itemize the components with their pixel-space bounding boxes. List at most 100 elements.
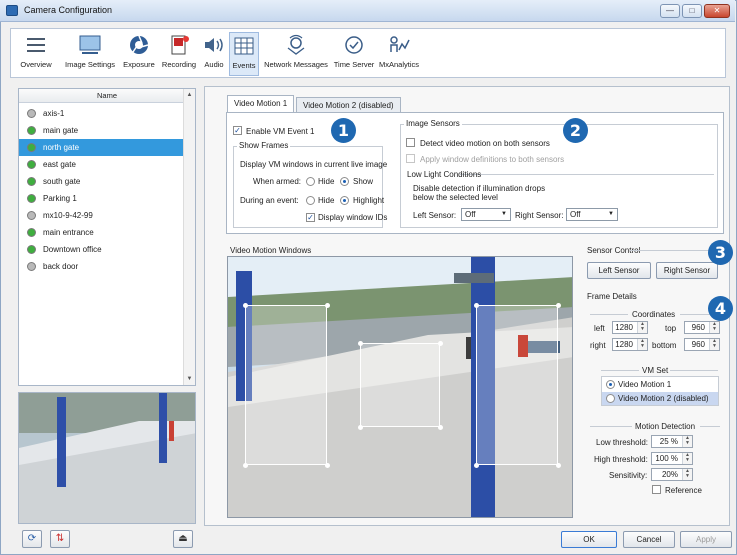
right-sensor-button[interactable]: Right Sensor [656, 262, 718, 279]
minimize-button[interactable]: — [660, 4, 680, 18]
detect-both-sensors-checkbox[interactable] [406, 138, 415, 147]
camera-list-item[interactable]: back door [19, 258, 184, 275]
vm-handle[interactable] [474, 463, 479, 468]
spinner-icon[interactable]: ▲ ▼ [709, 322, 719, 333]
spinner-icon[interactable]: ▲ ▼ [682, 436, 692, 447]
camera-status-icon [27, 211, 36, 220]
spinner-icon[interactable]: ▲ ▼ [709, 339, 719, 350]
right-sensor-select[interactable]: Off ▼ [566, 208, 618, 221]
vm-handle[interactable] [438, 425, 443, 430]
tool-audio[interactable]: Audio [201, 32, 227, 76]
when-armed-show-radio[interactable] [340, 177, 349, 186]
enable-vm-event-checkbox[interactable]: ✓ [233, 126, 242, 135]
list-header[interactable]: Name [19, 89, 195, 103]
divider [700, 426, 720, 427]
apply-both-sensors-checkbox[interactable] [406, 154, 415, 163]
low-threshold-input[interactable]: 25 % ▲ ▼ [651, 435, 693, 448]
tool-events[interactable]: Events [229, 32, 259, 76]
high-threshold-input[interactable]: 100 % ▲ ▼ [651, 452, 693, 465]
vm-handle[interactable] [243, 463, 248, 468]
tool-label: Overview [20, 60, 52, 69]
list-header-name: Name [96, 91, 117, 100]
camera-list-item[interactable]: axis-1 [19, 105, 184, 122]
apply-button[interactable]: Apply [680, 531, 732, 548]
video-motion-image[interactable] [227, 256, 573, 518]
eject-button[interactable]: ⏏ [173, 530, 193, 548]
tool-network-messages[interactable]: Network Messages [261, 32, 331, 76]
camera-list-item[interactable]: mx10-9-42-99 [19, 207, 184, 224]
scroll-up-icon[interactable]: ▲ [184, 89, 195, 101]
top-coord-value: 960 [691, 323, 705, 332]
vm-window-2[interactable] [360, 343, 440, 427]
left-sensor-button[interactable]: Left Sensor [587, 262, 651, 279]
vm-set-option-1[interactable]: Video Motion 1 [602, 378, 718, 391]
vm-handle[interactable] [358, 425, 363, 430]
vm-set-option-2[interactable]: Video Motion 2 (disabled) [602, 392, 718, 405]
vm-handle[interactable] [556, 303, 561, 308]
camera-list-item[interactable]: main gate [19, 122, 184, 139]
vm-handle[interactable] [325, 463, 330, 468]
spinner-icon[interactable]: ▲ ▼ [637, 322, 647, 333]
sensitivity-input[interactable]: 20% ▲ ▼ [651, 468, 693, 481]
camera-name: back door [43, 262, 79, 271]
spinner-icon[interactable]: ▲ ▼ [637, 339, 647, 350]
tab-video-motion-1[interactable]: Video Motion 1 [227, 95, 295, 113]
camera-name: south gate [43, 177, 81, 186]
tab-video-motion-2[interactable]: Video Motion 2 (disabled) [296, 97, 401, 113]
tool-image-settings[interactable]: Image Settings [61, 32, 119, 76]
top-coord-input[interactable]: 960 ▲ ▼ [684, 321, 720, 334]
close-button[interactable]: ✕ [704, 4, 730, 18]
camera-status-icon [27, 126, 36, 135]
vm-handle[interactable] [243, 303, 248, 308]
maximize-button[interactable]: □ [682, 4, 702, 18]
tool-exposure[interactable]: Exposure [121, 32, 157, 76]
sync-button[interactable]: ⇅ [50, 530, 70, 548]
camera-list-scrollbar[interactable]: ▲ ▼ [183, 89, 195, 385]
tool-overview[interactable]: Overview [13, 32, 59, 76]
vm-window-3[interactable] [476, 305, 558, 465]
reference-checkbox[interactable] [652, 485, 661, 494]
show-label: Show [353, 177, 374, 186]
scroll-down-icon[interactable]: ▼ [184, 373, 195, 385]
tool-label: Time Server [333, 60, 375, 69]
low-threshold-label: Low threshold: [596, 438, 649, 447]
camera-list-item[interactable]: north gate [19, 139, 184, 156]
vm-handle[interactable] [556, 463, 561, 468]
left-coord-input[interactable]: 1280 ▲ ▼ [612, 321, 648, 334]
vm-handle[interactable] [438, 341, 443, 346]
detect-both-sensors-label: Detect video motion on both sensors [420, 139, 550, 148]
display-window-ids-checkbox[interactable]: ✓ [306, 213, 315, 222]
tool-time-server[interactable]: Time Server [333, 32, 375, 76]
camera-list-item[interactable]: Downtown office [19, 241, 184, 258]
when-armed-hide-radio[interactable] [306, 177, 315, 186]
display-window-ids-label: Display window IDs [318, 213, 388, 222]
hide-label: Hide [318, 196, 335, 205]
vm-handle[interactable] [325, 303, 330, 308]
vm-set-radio-2[interactable] [606, 394, 615, 403]
right-coord-input[interactable]: 1280 ▲ ▼ [612, 338, 648, 351]
camera-list-item[interactable]: Parking 1 [19, 190, 184, 207]
vm-window-1[interactable] [245, 305, 327, 465]
ok-button[interactable]: OK [561, 531, 617, 548]
bottom-coord-input[interactable]: 960 ▲ ▼ [684, 338, 720, 351]
during-event-highlight-radio[interactable] [340, 196, 349, 205]
camera-list-item[interactable]: east gate [19, 156, 184, 173]
tool-mxanalytics[interactable]: MxAnalytics [377, 32, 421, 76]
during-event-hide-radio[interactable] [306, 196, 315, 205]
cancel-button[interactable]: Cancel [623, 531, 675, 548]
camera-list-item[interactable]: main entrance [19, 224, 184, 241]
highlight-label: Highlight [353, 196, 385, 205]
tool-recording[interactable]: Recording [159, 32, 199, 76]
spinner-icon[interactable]: ▲ ▼ [682, 453, 692, 464]
camera-list-item[interactable]: south gate [19, 173, 184, 190]
vm-handle[interactable] [474, 303, 479, 308]
person-figure [518, 335, 528, 357]
vm-handle[interactable] [358, 341, 363, 346]
vm-set-radio-1[interactable] [606, 380, 615, 389]
left-coord-label: left [594, 324, 605, 333]
refresh-button[interactable]: ⟳ [22, 530, 42, 548]
title-bar: Camera Configuration — □ ✕ [0, 0, 735, 22]
tool-label: Image Settings [64, 60, 116, 69]
spinner-icon[interactable]: ▲ ▼ [682, 469, 692, 480]
left-sensor-select[interactable]: Off ▼ [461, 208, 511, 221]
